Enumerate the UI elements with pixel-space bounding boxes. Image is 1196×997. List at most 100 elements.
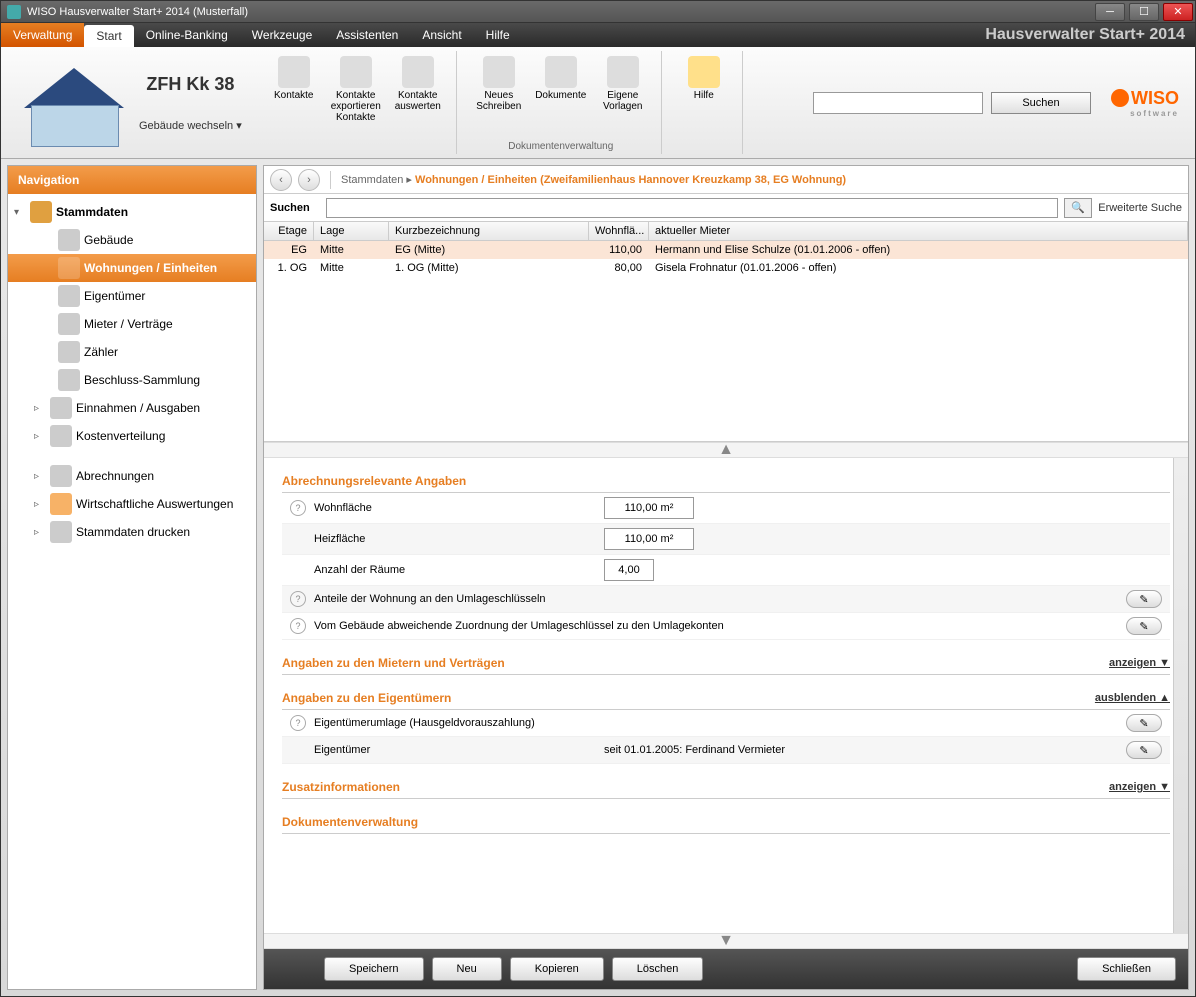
- documents-icon: [545, 56, 577, 88]
- tree-zaehler[interactable]: Zähler: [8, 338, 256, 366]
- sect-zusatz: Zusatzinformationen: [282, 780, 400, 794]
- nav-header: Navigation: [8, 166, 256, 194]
- tree-eigentuemer[interactable]: Eigentümer: [8, 282, 256, 310]
- btn-eigene-vorlagen[interactable]: Eigene Vorlagen: [593, 51, 653, 117]
- help-icon[interactable]: ?: [290, 715, 306, 731]
- btn-dokumente[interactable]: Dokumente: [531, 51, 591, 106]
- tree-wohnungen[interactable]: Wohnungen / Einheiten: [8, 254, 256, 282]
- btn-hilfe[interactable]: Hilfe: [674, 51, 734, 106]
- group-dokumente-label: Dokumentenverwaltung: [508, 139, 613, 154]
- edit-abweich[interactable]: ✎: [1126, 617, 1162, 635]
- tab-hilfe[interactable]: Hilfe: [474, 23, 522, 47]
- collapse-down[interactable]: ▼: [264, 933, 1188, 949]
- owner-icon: [58, 285, 80, 307]
- tab-assistenten[interactable]: Assistenten: [324, 23, 410, 47]
- col-lage[interactable]: Lage: [314, 222, 389, 240]
- help-icon: [688, 56, 720, 88]
- tab-werkzeuge[interactable]: Werkzeuge: [240, 23, 324, 47]
- meter-icon: [58, 341, 80, 363]
- ribbon-search-input[interactable]: [813, 92, 983, 114]
- income-icon: [50, 397, 72, 419]
- building-icon: [19, 60, 129, 145]
- tree-kosten[interactable]: ▹Kostenverteilung: [8, 422, 256, 450]
- tree-abrechnungen[interactable]: ▹Abrechnungen: [8, 462, 256, 490]
- sect-dokverw: Dokumentenverwaltung: [282, 815, 418, 829]
- btn-neu[interactable]: Neu: [432, 957, 502, 981]
- sect-mieter: Angaben zu den Mietern und Verträgen: [282, 656, 505, 670]
- folder-icon: [30, 201, 52, 223]
- col-mieter[interactable]: aktueller Mieter: [649, 222, 1188, 240]
- search-advanced[interactable]: Erweiterte Suche: [1098, 202, 1182, 214]
- tab-start[interactable]: Start: [84, 25, 133, 47]
- tree-mieter[interactable]: Mieter / Verträge: [8, 310, 256, 338]
- help-icon[interactable]: ?: [290, 618, 306, 634]
- search-label: Suchen: [270, 202, 320, 214]
- tree-drucken[interactable]: ▹Stammdaten drucken: [8, 518, 256, 546]
- templates-icon: [607, 56, 639, 88]
- btn-kontakte-auswerten[interactable]: Kontakte auswerten: [388, 51, 448, 117]
- app-icon: [7, 5, 21, 19]
- btn-schliessen[interactable]: Schließen: [1077, 957, 1176, 981]
- input-raeume[interactable]: [604, 559, 654, 581]
- tree-auswertungen[interactable]: ▹Wirtschaftliche Auswertungen: [8, 490, 256, 518]
- nav-back[interactable]: ‹: [270, 169, 292, 191]
- brand-label: Hausverwalter Start+ 2014: [985, 23, 1195, 47]
- table-row[interactable]: 1. OG Mitte 1. OG (Mitte) 80,00 Gisela F…: [264, 259, 1188, 277]
- tree-einnahmen[interactable]: ▹Einnahmen / Ausgaben: [8, 394, 256, 422]
- units-icon: [58, 257, 80, 279]
- search-go[interactable]: 🔍: [1064, 198, 1092, 218]
- col-kurz[interactable]: Kurzbezeichnung: [389, 222, 589, 240]
- sect-abrechnung: Abrechnungsrelevante Angaben: [282, 474, 466, 488]
- btn-kopieren[interactable]: Kopieren: [510, 957, 604, 981]
- tab-online-banking[interactable]: Online-Banking: [134, 23, 240, 47]
- window-maximize[interactable]: ☐: [1129, 3, 1159, 21]
- input-heizflaeche[interactable]: [604, 528, 694, 550]
- cost-icon: [50, 425, 72, 447]
- btn-kontakte[interactable]: Kontakte: [264, 51, 324, 106]
- building-small-icon: [58, 229, 80, 251]
- billing-icon: [50, 465, 72, 487]
- btn-neues-schreiben[interactable]: Neues Schreiben: [469, 51, 529, 117]
- table-row[interactable]: EG Mitte EG (Mitte) 110,00 Hermann und E…: [264, 241, 1188, 259]
- group-label-empty: [354, 139, 357, 154]
- col-wohnflaeche[interactable]: Wohnflä...: [589, 222, 649, 240]
- help-icon[interactable]: ?: [290, 591, 306, 607]
- sect-eigentuemer: Angaben zu den Eigentümern: [282, 691, 451, 705]
- new-doc-icon: [483, 56, 515, 88]
- building-switch[interactable]: Gebäude wechseln ▾: [139, 119, 242, 132]
- btn-speichern[interactable]: Speichern: [324, 957, 424, 981]
- ribbon-search-button[interactable]: Suchen: [991, 92, 1091, 114]
- print-icon: [50, 521, 72, 543]
- tree-beschluss[interactable]: Beschluss-Sammlung: [8, 366, 256, 394]
- edit-eigentuemer[interactable]: ✎: [1126, 741, 1162, 759]
- input-wohnflaeche[interactable]: [604, 497, 694, 519]
- window-title: WISO Hausverwalter Start+ 2014 (Musterfa…: [27, 6, 248, 18]
- tree-gebaeude[interactable]: Gebäude: [8, 226, 256, 254]
- nav-forward[interactable]: ›: [298, 169, 320, 191]
- btn-loeschen[interactable]: Löschen: [612, 957, 704, 981]
- toggle-mieter[interactable]: anzeigen ▼: [1109, 657, 1170, 669]
- tree-stammdaten[interactable]: ▾Stammdaten: [8, 198, 256, 226]
- analysis-icon: [50, 493, 72, 515]
- window-minimize[interactable]: ─: [1095, 3, 1125, 21]
- export-icon: [340, 56, 372, 88]
- breadcrumb[interactable]: Stammdaten ▸ Wohnungen / Einheiten (Zwei…: [341, 173, 846, 186]
- edit-eig-umlage[interactable]: ✎: [1126, 714, 1162, 732]
- col-etage[interactable]: Etage: [264, 222, 314, 240]
- tab-ansicht[interactable]: Ansicht: [410, 23, 473, 47]
- search-input[interactable]: [326, 198, 1058, 218]
- collapse-up[interactable]: ▲: [264, 442, 1188, 458]
- help-icon[interactable]: ?: [290, 500, 306, 516]
- toggle-zusatz[interactable]: anzeigen ▼: [1109, 781, 1170, 793]
- tab-verwaltung[interactable]: Verwaltung: [1, 23, 84, 47]
- window-close[interactable]: ✕: [1163, 3, 1193, 21]
- toggle-eigentuemer[interactable]: ausblenden ▲: [1095, 692, 1170, 704]
- building-title: ZFH Kk 38: [146, 74, 234, 95]
- btn-kontakte-export[interactable]: Kontakte exportieren Kontakte: [326, 51, 386, 128]
- edit-anteile[interactable]: ✎: [1126, 590, 1162, 608]
- contacts-icon: [278, 56, 310, 88]
- tenant-icon: [58, 313, 80, 335]
- wiso-logo: WISO software: [1099, 73, 1179, 133]
- resolution-icon: [58, 369, 80, 391]
- analyze-icon: [402, 56, 434, 88]
